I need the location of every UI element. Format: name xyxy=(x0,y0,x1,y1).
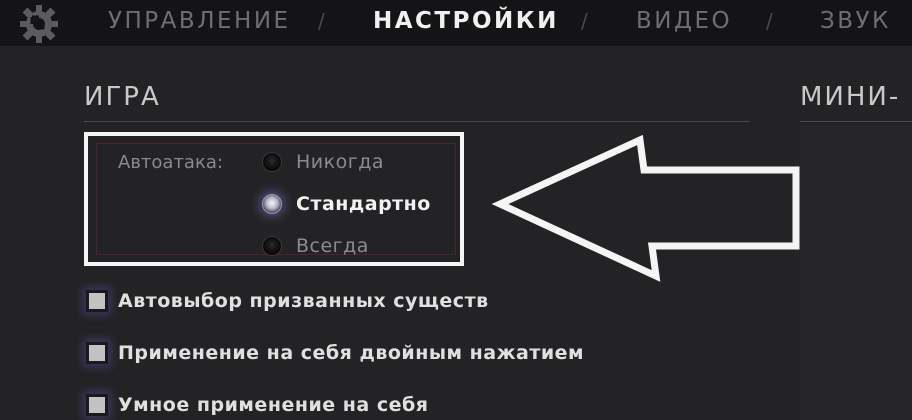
checkbox[interactable] xyxy=(86,394,108,416)
nav-separator: / xyxy=(766,9,773,33)
checkbox-double-tap-self-cast[interactable]: Применение на себя двойным нажатием xyxy=(86,338,584,368)
section-title-game: ИГРА xyxy=(84,82,161,112)
top-navigation-bar: УПРАВЛЕНИЕ / НАСТРОЙКИ / ВИДЕО / ЗВУК xyxy=(0,0,912,46)
minimap-panel xyxy=(800,126,912,420)
nav-separator: / xyxy=(318,9,325,33)
radio-label: Стандартно xyxy=(296,193,431,215)
checkbox-label: Применение на себя двойным нажатием xyxy=(118,342,585,364)
checkbox[interactable] xyxy=(86,290,108,312)
radio-label: Никогда xyxy=(296,151,384,173)
arrow-left-outline-icon xyxy=(491,134,800,282)
radio-button-selected[interactable] xyxy=(262,194,282,214)
tab-sound[interactable]: ЗВУК xyxy=(820,8,891,34)
tab-settings[interactable]: НАСТРОЙКИ xyxy=(373,8,559,34)
nav-separator: / xyxy=(581,9,588,33)
radio-option-standard[interactable]: Стандартно xyxy=(262,190,431,218)
checkbox-label: Умное применение на себя xyxy=(118,394,429,416)
section-divider xyxy=(84,121,750,122)
radio-option-always[interactable]: Всегда xyxy=(262,232,369,260)
section-title-minimap: МИНИ- xyxy=(800,82,901,112)
radio-label: Всегда xyxy=(296,235,369,257)
checkbox-label: Автовыбор призванных существ xyxy=(118,290,489,312)
checkbox-auto-select-summons[interactable]: Автовыбор призванных существ xyxy=(86,286,489,316)
radio-button[interactable] xyxy=(262,236,282,256)
section-divider xyxy=(800,121,912,122)
checkbox-smart-self-cast[interactable]: Умное применение на себя xyxy=(86,390,428,420)
gear-icon[interactable] xyxy=(14,3,64,45)
tab-video[interactable]: ВИДЕО xyxy=(636,8,732,34)
radio-button[interactable] xyxy=(262,152,282,172)
autoattack-label: Автоатака: xyxy=(118,152,223,173)
tab-controls[interactable]: УПРАВЛЕНИЕ xyxy=(108,8,291,34)
checkbox[interactable] xyxy=(86,342,108,364)
radio-option-never[interactable]: Никогда xyxy=(262,148,384,176)
